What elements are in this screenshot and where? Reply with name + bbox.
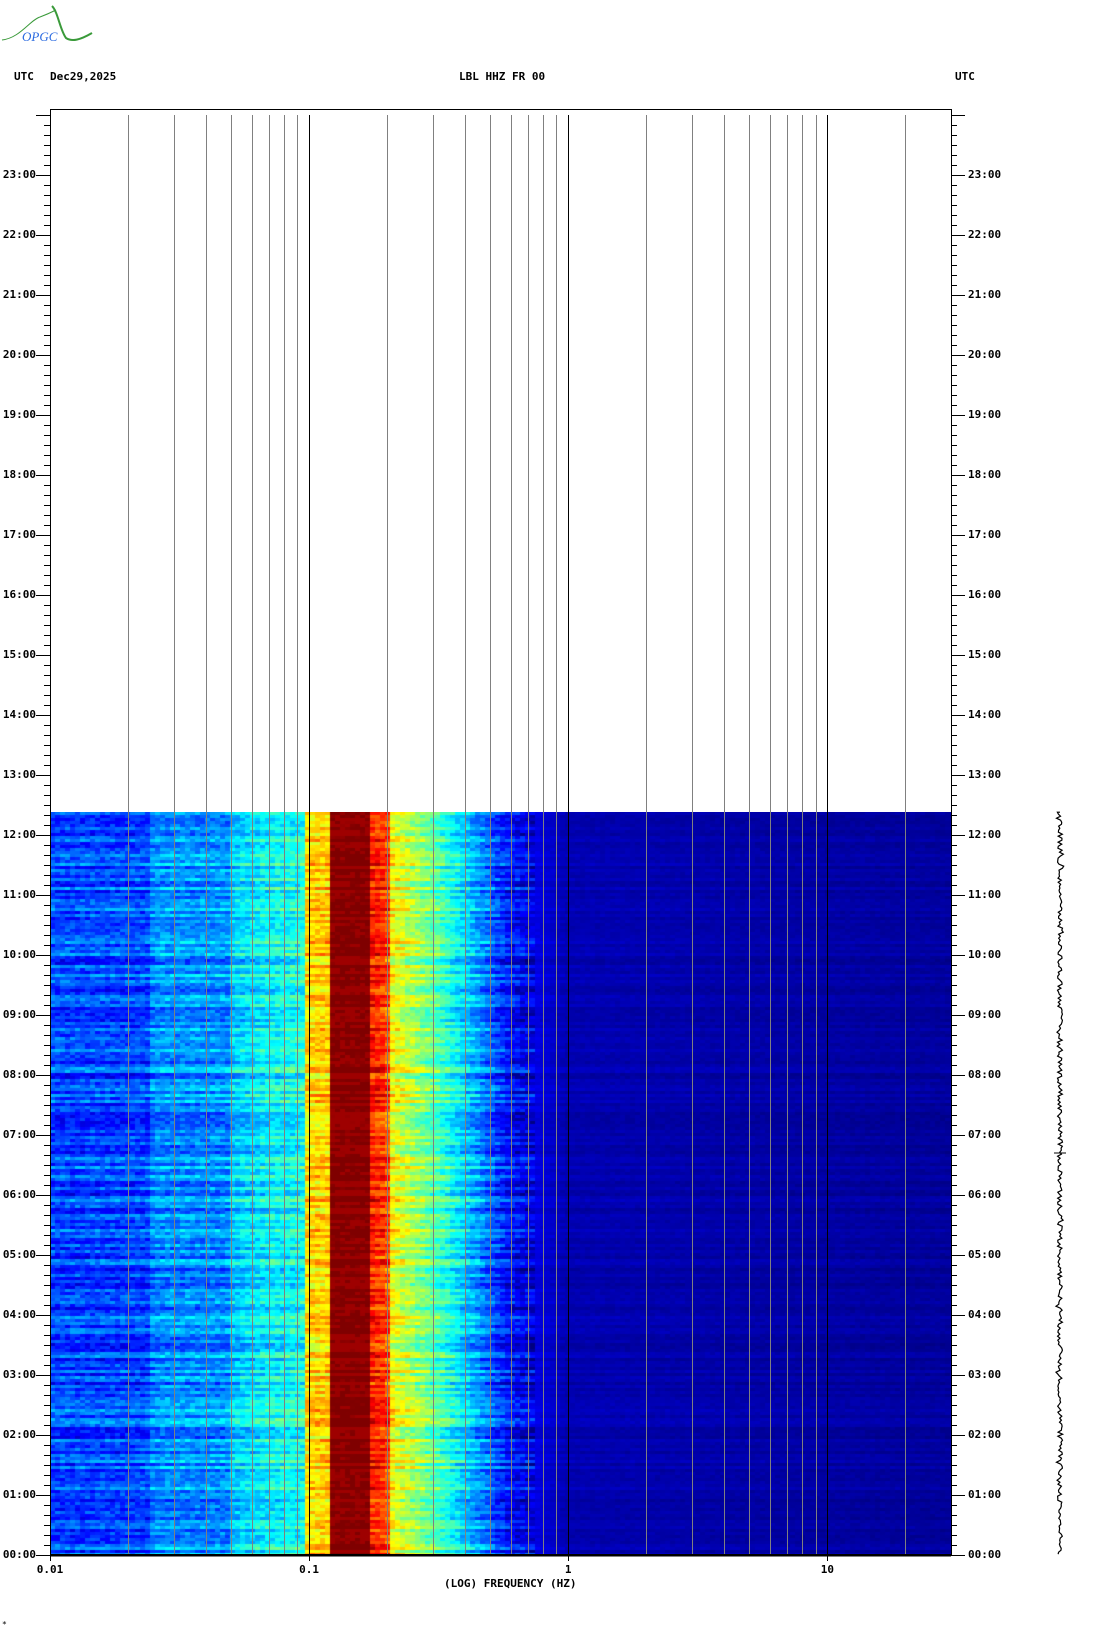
y-tick-label-right: 09:00 <box>968 1008 1002 1021</box>
y-tick-label-right: 00:00 <box>968 1548 1002 1561</box>
y-tick-label-left: 13:00 <box>2 768 36 781</box>
y-tick-label-right: 05:00 <box>968 1248 1002 1261</box>
y-tick-label-left: 04:00 <box>2 1308 36 1321</box>
y-tick-label-right: 18:00 <box>968 468 1002 481</box>
y-tick-label-left: 23:00 <box>2 168 36 181</box>
y-tick-label-left: 07:00 <box>2 1128 36 1141</box>
y-tick-label-left: 08:00 <box>2 1068 36 1081</box>
x-tick-label: 1 <box>564 1563 572 1576</box>
x-tick-label: 10 <box>820 1563 834 1576</box>
seismogram-trace <box>1054 811 1065 1555</box>
y-tick-label-left: 14:00 <box>2 708 36 721</box>
y-tick-label-right: 16:00 <box>968 588 1002 601</box>
y-tick-label-left: 01:00 <box>2 1488 36 1501</box>
y-tick-label-left: 17:00 <box>2 528 36 541</box>
y-tick-label-left: 06:00 <box>2 1188 36 1201</box>
y-tick-label-right: 23:00 <box>968 168 1002 181</box>
plot-axes <box>36 109 1066 1561</box>
y-tick-label-right: 19:00 <box>968 408 1002 421</box>
y-tick-label-left: 21:00 <box>2 288 36 301</box>
y-tick-label-right: 04:00 <box>968 1308 1002 1321</box>
y-tick-label-left: 19:00 <box>2 408 36 421</box>
y-tick-label-left: 10:00 <box>2 948 36 961</box>
y-tick-label-left: 11:00 <box>2 888 36 901</box>
footer-mark: * <box>2 1620 7 1629</box>
y-tick-label-left: 15:00 <box>2 648 36 661</box>
x-tick-label: 0.01 <box>36 1563 64 1576</box>
y-tick-label-left: 05:00 <box>2 1248 36 1261</box>
y-tick-label-right: 13:00 <box>968 768 1002 781</box>
y-tick-label-left: 16:00 <box>2 588 36 601</box>
y-tick-label-right: 01:00 <box>968 1488 1002 1501</box>
y-tick-label-right: 21:00 <box>968 288 1002 301</box>
y-tick-label-right: 12:00 <box>968 828 1002 841</box>
y-tick-label-right: 20:00 <box>968 348 1002 361</box>
y-tick-label-right: 02:00 <box>968 1428 1002 1441</box>
y-tick-label-left: 12:00 <box>2 828 36 841</box>
y-tick-label-left: 09:00 <box>2 1008 36 1021</box>
y-tick-label-left: 00:00 <box>2 1548 36 1561</box>
y-tick-label-right: 14:00 <box>968 708 1002 721</box>
y-tick-label-left: 03:00 <box>2 1368 36 1381</box>
y-tick-label-right: 08:00 <box>968 1068 1002 1081</box>
y-tick-label-right: 17:00 <box>968 528 1002 541</box>
y-tick-label-right: 03:00 <box>968 1368 1002 1381</box>
x-axis-title: (LOG) FREQUENCY (HZ) <box>444 1577 577 1590</box>
y-tick-label-right: 15:00 <box>968 648 1002 661</box>
y-tick-label-right: 22:00 <box>968 228 1002 241</box>
y-tick-label-right: 07:00 <box>968 1128 1002 1141</box>
y-tick-label-left: 02:00 <box>2 1428 36 1441</box>
y-tick-label-right: 06:00 <box>968 1188 1002 1201</box>
y-tick-label-right: 10:00 <box>968 948 1002 961</box>
y-tick-label-right: 11:00 <box>968 888 1002 901</box>
x-tick-label: 0.1 <box>299 1563 320 1576</box>
y-tick-label-left: 22:00 <box>2 228 36 241</box>
y-tick-label-left: 18:00 <box>2 468 36 481</box>
y-tick-label-left: 20:00 <box>2 348 36 361</box>
